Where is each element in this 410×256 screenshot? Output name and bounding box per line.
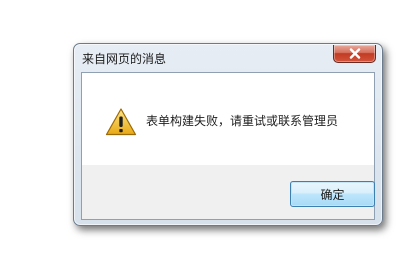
message-dialog: 来自网页的消息 表单构建失败，请重试或联系管理员 确定 [73,43,383,226]
dialog-message: 表单构建失败，请重试或联系管理员 [146,114,339,128]
dialog-title: 来自网页的消息 [82,52,167,66]
ok-button[interactable]: 确定 [290,181,375,207]
close-button[interactable] [333,45,376,63]
warning-icon [105,108,137,136]
message-area: 表单构建失败，请重试或联系管理员 [82,73,374,165]
dialog-body: 表单构建失败，请重试或联系管理员 确定 [81,72,375,220]
dialog-titlebar[interactable]: 来自网页的消息 [74,44,382,72]
close-icon [349,48,360,59]
